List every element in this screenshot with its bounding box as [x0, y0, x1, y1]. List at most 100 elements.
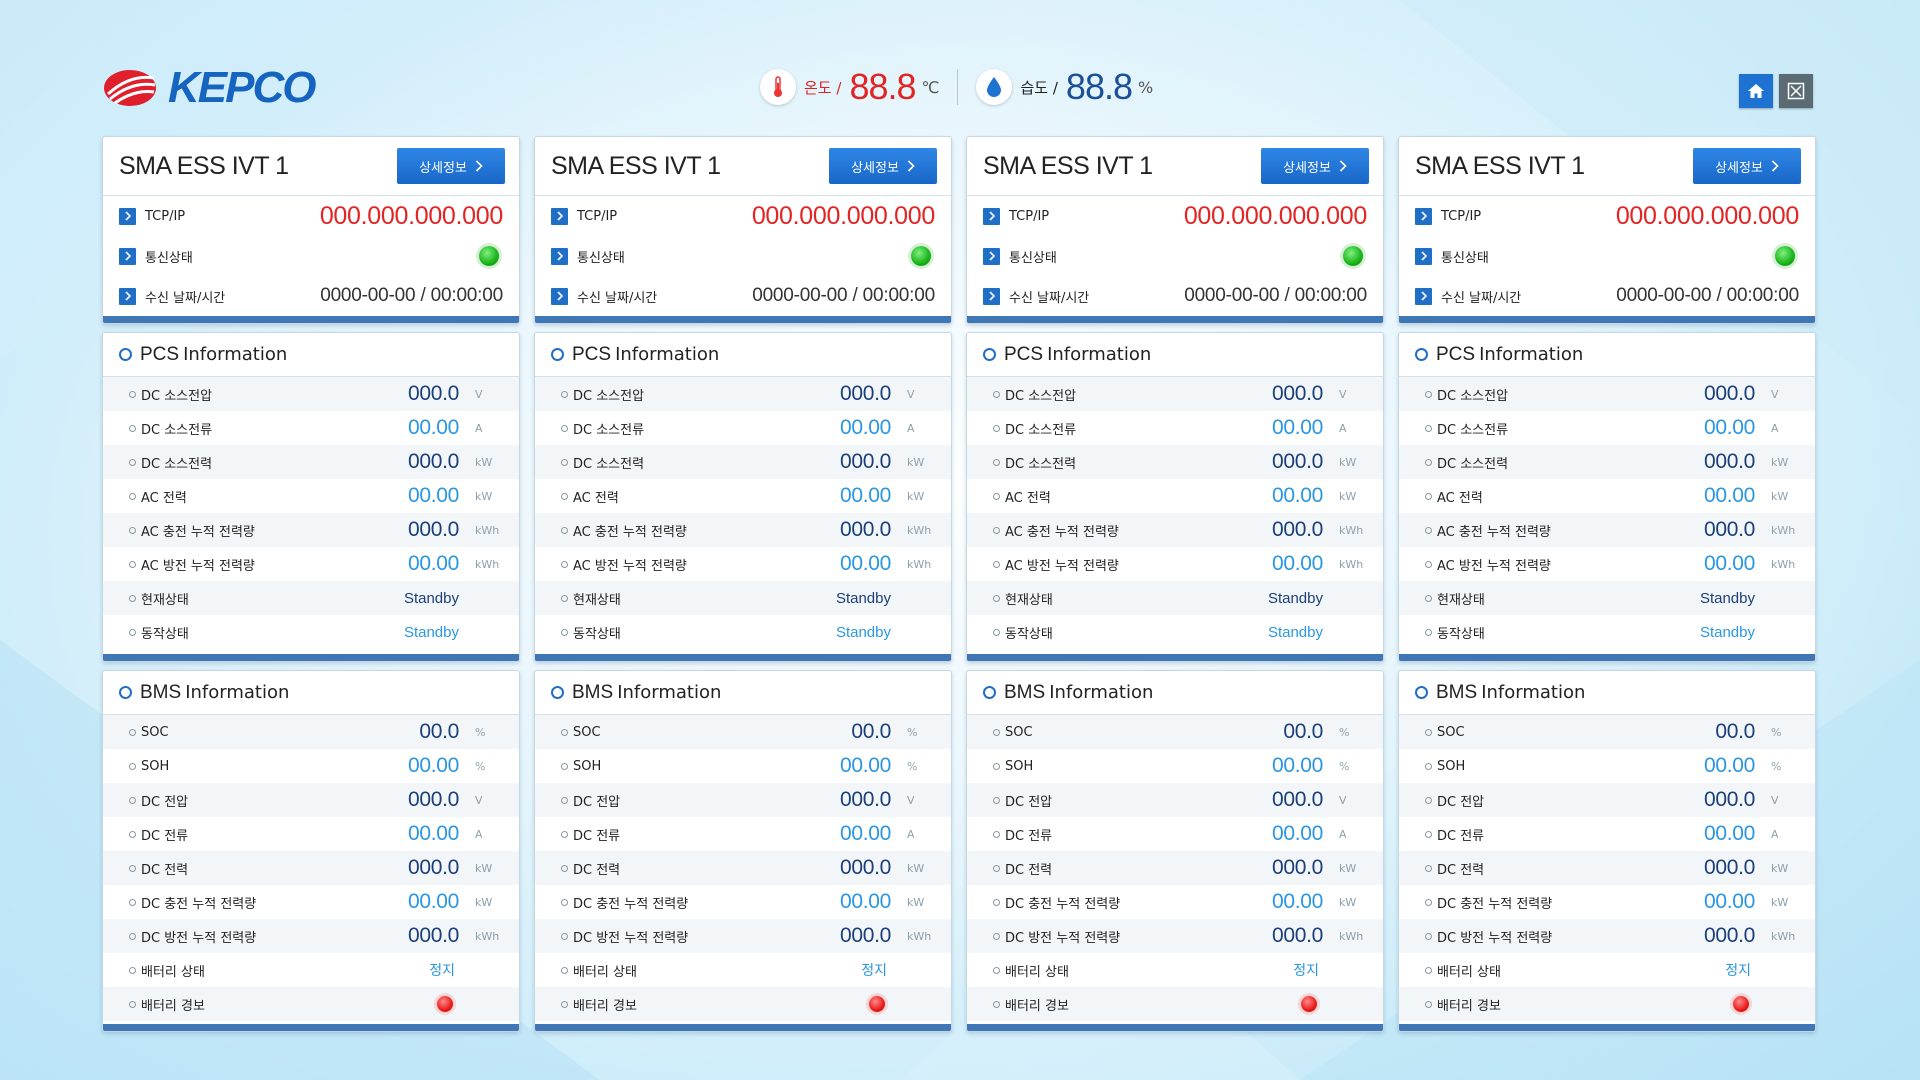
bullet-dot-icon: [129, 865, 136, 872]
bms-row-value: 00.00: [1271, 754, 1323, 777]
pcs-row-unit: A: [907, 421, 915, 435]
pcs-title-bold: PCS: [140, 343, 180, 365]
tcp-ip-row: TCP/IP 000.000.000.000: [967, 196, 1383, 236]
pcs-row-label: AC 방전 누적 전력량: [1005, 558, 1119, 574]
bms-information-card: BMS Information SOC 00.0% SOH 00.00% DC 전압 00…: [534, 670, 952, 1032]
pcs-row-label: AC 방전 누적 전력량: [141, 558, 255, 574]
pcs-row-value: 00.00: [1271, 484, 1323, 507]
card-bottom-bar: [967, 1024, 1383, 1031]
bms-row-label: DC 전압: [1437, 794, 1485, 810]
bms-title-rest: Information: [1481, 682, 1586, 703]
received-time-value: 0000-00-00 / 00:00:00: [752, 285, 935, 306]
pcs-row-unit: V: [907, 387, 915, 401]
pcs-row: AC 충전 누적 전력량 000.0 kWh: [103, 513, 519, 547]
pcs-row-unit: kWh: [475, 523, 500, 537]
bms-row-unit: V: [1339, 793, 1347, 807]
bullet-dot-icon: [129, 493, 136, 500]
bms-row: DC 전력 000.0 kW: [103, 851, 519, 885]
card-bottom-bar: [103, 1024, 519, 1031]
bms-row-value: 00.00: [407, 822, 459, 845]
pcs-row-label: DC 소스전류: [1437, 422, 1509, 438]
bullet-dot-icon: [561, 797, 568, 804]
pcs-row: AC 전력 00.00 kW: [535, 479, 951, 513]
detail-info-button[interactable]: 상세정보: [829, 148, 937, 184]
bullet-dot-icon: [993, 391, 1000, 398]
bms-row-label: DC 전류: [141, 828, 189, 844]
detail-info-button[interactable]: 상세정보: [397, 148, 505, 184]
bms-row: DC 전압 000.0 V: [103, 783, 519, 817]
pcs-rows: DC 소스전압 000.0 V DC 소스전류 00.00 A DC 소스전력 000.0 kW…: [535, 377, 951, 649]
bullet-dot-icon: [561, 561, 568, 568]
pcs-row: AC 방전 누적 전력량 00.00 kWh: [1399, 547, 1815, 581]
ring-bullet-icon: [119, 348, 132, 361]
bms-row-label: 배터리 상태: [1437, 964, 1501, 980]
pcs-row: DC 소스전압 000.0 V: [967, 377, 1383, 411]
bms-row-value: 00.00: [1703, 890, 1755, 913]
bms-row: DC 충전 누적 전력량 00.00 kW: [1399, 885, 1815, 919]
pcs-row-label: DC 소스전류: [141, 422, 213, 438]
detail-info-label: 상세정보: [1715, 160, 1763, 176]
bms-row: SOC 00.0%: [967, 715, 1383, 749]
ring-bullet-icon: [1415, 686, 1428, 699]
pcs-row-unit: kWh: [1339, 557, 1364, 571]
battery-alarm-led: [1733, 996, 1749, 1012]
pcs-row-label: DC 소스전압: [1437, 388, 1509, 404]
pcs-row-unit: kW: [1339, 455, 1357, 469]
pcs-row-label: DC 소스전력: [1437, 456, 1509, 472]
pcs-row: 현재상태 Standby: [103, 581, 519, 615]
thermometer-icon: [760, 69, 796, 105]
bullet-dot-icon: [129, 899, 136, 906]
pcs-row-status: Standby: [835, 623, 891, 641]
bms-row-value: 000.0: [407, 924, 459, 947]
bms-row-label: DC 전력: [1005, 862, 1053, 878]
pcs-row-value: 000.0: [407, 518, 459, 541]
bms-row-unit: kW: [1771, 861, 1789, 875]
bms-row: 배터리 상태 정지: [535, 953, 951, 987]
ring-bullet-icon: [1415, 348, 1428, 361]
pcs-row-unit: A: [1339, 421, 1347, 435]
bullet-dot-icon: [1425, 967, 1432, 974]
pcs-row: AC 방전 누적 전력량 00.00 kWh: [967, 547, 1383, 581]
device-card: SMA ESS IVT 1 상세정보 TCP/IP 000.000.000.00…: [1398, 136, 1816, 324]
bms-row-unit: kW: [475, 861, 493, 875]
bullet-dot-icon: [129, 1001, 136, 1008]
received-time-label: 수신 날짜/시간: [577, 290, 658, 306]
bullet-dot-icon: [1425, 933, 1432, 940]
received-time-row: 수신 날짜/시간 0000-00-00 / 00:00:00: [1399, 276, 1815, 316]
bullet-dot-icon: [129, 933, 136, 940]
bms-row-value: 000.0: [1271, 856, 1323, 879]
pcs-information-title: PCS Information: [967, 333, 1383, 377]
pcs-row-value: 000.0: [839, 450, 891, 473]
detail-info-button[interactable]: 상세정보: [1693, 148, 1801, 184]
humidity-value: 88.8: [1065, 66, 1133, 107]
bullet-dot-icon: [1425, 595, 1432, 602]
bms-row-value: 00.0: [851, 720, 891, 743]
pcs-row: 현재상태 Standby: [535, 581, 951, 615]
pcs-title-rest: Information: [1479, 344, 1584, 365]
device-header: SMA ESS IVT 1 상세정보: [1399, 137, 1815, 196]
bms-row: DC 방전 누적 전력량 000.0 kWh: [967, 919, 1383, 953]
home-button[interactable]: [1739, 74, 1773, 108]
pcs-row-label: 현재상태: [573, 592, 621, 608]
bullet-dot-icon: [993, 561, 1000, 568]
home-icon: [1748, 84, 1764, 98]
bullet-dot-icon: [993, 729, 1000, 736]
pcs-row: AC 충전 누적 전력량 000.0 kWh: [967, 513, 1383, 547]
bullet-dot-icon: [1425, 899, 1432, 906]
pcs-row: AC 전력 00.00 kW: [103, 479, 519, 513]
bms-row-value: 00.00: [1271, 822, 1323, 845]
bms-row-unit: %: [907, 759, 918, 773]
bms-row-label: 배터리 상태: [1005, 964, 1069, 980]
pcs-row-label: DC 소스전류: [1005, 422, 1077, 438]
bullet-dot-icon: [1425, 459, 1432, 466]
bullet-dot-icon: [561, 527, 568, 534]
bms-row-unit: kWh: [1771, 929, 1796, 943]
bullet-dot-icon: [561, 831, 568, 838]
close-button[interactable]: [1779, 74, 1813, 108]
detail-info-button[interactable]: 상세정보: [1261, 148, 1369, 184]
bms-row-unit: %: [1339, 725, 1350, 739]
battery-alarm-led: [437, 996, 453, 1012]
bullet-dot-icon: [129, 425, 136, 432]
pcs-row-value: 000.0: [407, 382, 459, 405]
pcs-row-label: DC 소스전압: [573, 388, 645, 404]
